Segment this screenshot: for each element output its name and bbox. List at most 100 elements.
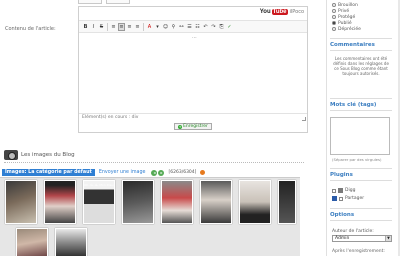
plugin-label: Digg xyxy=(345,188,356,193)
sidebar-divider xyxy=(330,98,392,99)
tags-textarea[interactable] xyxy=(330,117,390,155)
image-thumbnail[interactable] xyxy=(55,228,87,256)
tab-send-image[interactable]: Envoyer une image xyxy=(99,170,146,175)
radio-icon[interactable] xyxy=(332,15,336,19)
cut-off-tab-left[interactable] xyxy=(78,0,102,4)
save-button-label: Enregistrer xyxy=(183,124,208,129)
bold-button[interactable]: B xyxy=(82,23,89,31)
thumbnail-caption: Oh..là..là..Mon.Dieu xyxy=(84,183,114,187)
save-button[interactable]: + Enregistrer xyxy=(174,123,212,130)
image-thumbnail[interactable] xyxy=(239,180,271,224)
post-editor-page: Contenu de l'article: You Tube ilPoco B … xyxy=(0,0,400,256)
next-arrow-icon[interactable]: ▸ xyxy=(158,169,165,176)
dotted-divider xyxy=(4,162,304,163)
author-label: Auteur de l'article: xyxy=(332,229,374,234)
tab-default-category[interactable]: Images: La catégorie par défaut xyxy=(2,169,95,176)
refresh-icon[interactable] xyxy=(200,170,206,175)
radio-icon[interactable] xyxy=(332,27,336,31)
resize-handle-icon[interactable] xyxy=(302,117,306,121)
undo-icon[interactable]: ↶ xyxy=(202,23,209,31)
image-thumbnail[interactable] xyxy=(122,180,154,224)
image-thumbnail[interactable] xyxy=(16,228,48,256)
after-save-label: Après l'enregistrement: xyxy=(332,249,385,254)
comments-text: Les commentaires ont été définis dans le… xyxy=(333,56,389,76)
share-icon xyxy=(332,196,337,201)
drag-handle-icon: ··· xyxy=(192,35,197,41)
image-tabs: Images: La catégorie par défaut Envoyer … xyxy=(2,169,206,176)
blog-images-header: Les images du Blog xyxy=(4,150,75,160)
sidebar-divider xyxy=(330,208,392,209)
tags-hint: (Séparer par des virgules) xyxy=(332,157,382,162)
status-option[interactable]: Dépréciée xyxy=(332,26,361,32)
tags-title: Mots clé (tags) xyxy=(330,102,377,108)
youtube-logo-tube: Tube xyxy=(271,9,288,15)
sidebar-divider xyxy=(330,110,392,111)
rich-text-editor: You Tube ilPoco B I S ≡ ≡ ≡ ≡ A ▾ ☺ ⚲ ⚯ … xyxy=(78,6,308,133)
camera-icon xyxy=(4,150,18,160)
paste-icon[interactable]: ⎘ xyxy=(218,23,225,31)
author-select-value: Admin xyxy=(335,236,350,241)
editor-top-toolbar: You Tube ilPoco xyxy=(79,7,307,21)
emoticon-icon[interactable]: ☺ xyxy=(162,23,169,31)
content-label: Contenu de l'article: xyxy=(5,26,56,32)
image-thumbnail[interactable] xyxy=(161,180,193,224)
youtube-extra-label: ilPoco xyxy=(289,9,304,15)
radio-selected-icon[interactable] xyxy=(332,21,336,25)
chevron-down-icon: ▼ xyxy=(385,236,391,241)
plugin-label: Partager xyxy=(345,196,365,201)
unlink-icon[interactable]: ⚯ xyxy=(178,23,185,31)
editor-status-path: Elément(s) en cours : div xyxy=(79,113,307,122)
youtube-button[interactable]: You Tube ilPoco xyxy=(260,9,304,15)
status-option-label: Dépréciée xyxy=(338,26,361,32)
sidebar-divider xyxy=(330,50,392,51)
status-radio-list: Brouillon Privé Protégé Publié Dépréciée xyxy=(332,2,361,32)
redo-icon[interactable]: ↷ xyxy=(210,23,217,31)
plugin-share[interactable]: Partager xyxy=(332,196,364,201)
plugins-title: Plugins xyxy=(330,172,353,178)
plus-icon: + xyxy=(178,124,183,129)
image-thumbnail[interactable] xyxy=(44,180,76,224)
blog-images-title: Les images du Blog xyxy=(21,152,75,158)
author-select[interactable]: Admin ▼ xyxy=(332,235,392,242)
toolbar-separator xyxy=(107,22,108,31)
youtube-logo-word: You xyxy=(259,9,271,15)
sidebar-divider xyxy=(330,168,392,169)
strike-button[interactable]: S xyxy=(98,23,105,31)
spellcheck-icon[interactable]: ✓ xyxy=(226,23,233,31)
save-row: + Enregistrer xyxy=(79,122,307,131)
align-justify-icon[interactable]: ≡ xyxy=(134,23,141,31)
prev-arrow-icon[interactable]: ◂ xyxy=(151,169,158,176)
options-title: Options xyxy=(330,212,355,218)
image-thumbnail[interactable] xyxy=(200,180,232,224)
link-icon[interactable]: ⚲ xyxy=(170,23,177,31)
digg-icon xyxy=(338,188,343,193)
comments-title: Commentaires xyxy=(330,42,375,48)
sidebar-divider xyxy=(330,220,392,221)
pager-count: [6263/6304] xyxy=(168,170,197,175)
status-option-label: Protégé xyxy=(338,14,356,20)
plugin-digg[interactable]: Digg xyxy=(332,188,355,193)
radio-icon[interactable] xyxy=(332,3,336,7)
checkbox-icon[interactable] xyxy=(332,188,336,193)
bg-color-icon[interactable]: ▾ xyxy=(154,23,161,31)
image-thumbnail[interactable] xyxy=(5,180,37,224)
italic-button[interactable]: I xyxy=(90,23,97,31)
radio-icon[interactable] xyxy=(332,9,336,13)
sidebar-divider xyxy=(330,180,392,181)
numbered-list-icon[interactable]: ☷ xyxy=(194,23,201,31)
editor-content-area[interactable]: ··· xyxy=(79,33,307,113)
font-color-icon[interactable]: A xyxy=(146,23,153,31)
cut-off-tab-right[interactable] xyxy=(106,0,130,4)
align-right-icon[interactable]: ≡ xyxy=(126,23,133,31)
image-thumbnail-grid: Oh..là..là..Mon.Dieu xyxy=(0,177,300,256)
align-center-icon[interactable]: ≡ xyxy=(118,22,125,31)
toolbar-separator xyxy=(143,22,144,31)
status-option-label: Brouillon xyxy=(338,2,358,8)
formatting-toolbar: B I S ≡ ≡ ≡ ≡ A ▾ ☺ ⚲ ⚯ ☰ ☷ ↶ ↷ ⎘ ✓ xyxy=(79,21,307,33)
checkbox-icon[interactable] xyxy=(339,196,343,201)
image-thumbnail[interactable] xyxy=(278,180,296,224)
align-left-icon[interactable]: ≡ xyxy=(110,23,117,31)
pager-arrows: ◂ ▸ xyxy=(151,169,165,176)
bullet-list-icon[interactable]: ☰ xyxy=(186,23,193,31)
sidebar-divider xyxy=(330,38,392,39)
